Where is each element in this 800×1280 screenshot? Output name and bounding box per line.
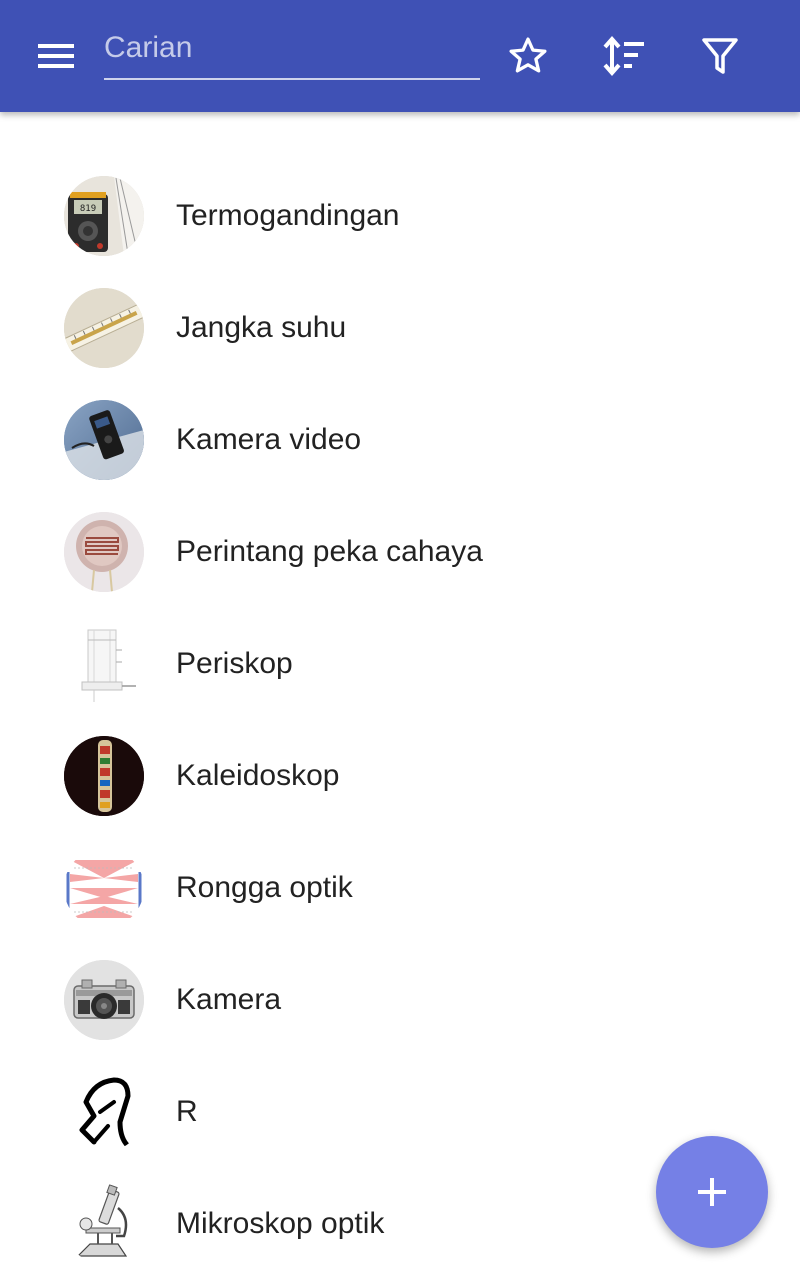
add-button[interactable] [656,1136,768,1248]
list-item[interactable]: Kamera video [0,384,800,496]
item-label: Perintang peka cahaya [176,535,483,568]
list-item[interactable]: Perintang peka cahaya [0,496,800,608]
item-label: Periskop [176,647,293,680]
photoresistor-image [64,512,144,592]
list-item[interactable]: Kamera [0,944,800,1056]
item-label: Kamera [176,983,282,1016]
search-field-wrapper [104,24,480,82]
video-camera-image [64,400,144,480]
list-item[interactable]: Periskop [0,608,800,720]
camera-image [64,960,144,1040]
item-label: Jangka suhu [176,311,347,344]
hamburger-menu-icon [38,44,74,68]
thermometer-image [64,288,144,368]
list-item[interactable]: Jangka suhu [0,272,800,384]
microscope-image [64,1184,144,1264]
item-label: R [176,1095,198,1128]
menu-button[interactable] [26,30,86,82]
svg-text:819: 819 [80,204,96,214]
plus-icon [698,1178,726,1206]
item-label: Kamera video [176,423,362,456]
filter-button[interactable] [692,28,748,84]
optical-cavity-image [64,848,144,928]
r-glyph-image [64,1072,144,1152]
search-input[interactable] [104,24,480,80]
kaleidoscope-image [64,736,144,816]
app-bar [0,0,800,112]
item-label: Rongga optik [176,871,353,904]
periscope-image [64,624,144,704]
favorites-button[interactable] [500,28,556,84]
item-label: Termogandingan [176,199,400,232]
list-item[interactable]: Kaleidoskop [0,720,800,832]
filter-icon [702,38,738,74]
list-item[interactable]: 819 Termogandingan [0,160,800,272]
item-list: 819 Termogandingan Jangka suhu Kamera vi… [0,160,800,1280]
sort-button[interactable] [596,28,652,84]
item-label: Mikroskop optik [176,1207,385,1240]
item-label: Kaleidoskop [176,759,340,792]
multimeter-thermocouple-image: 819 [64,176,144,256]
star-outline-icon [509,37,547,73]
sort-icon [603,35,644,77]
list-item[interactable]: Rongga optik [0,832,800,944]
